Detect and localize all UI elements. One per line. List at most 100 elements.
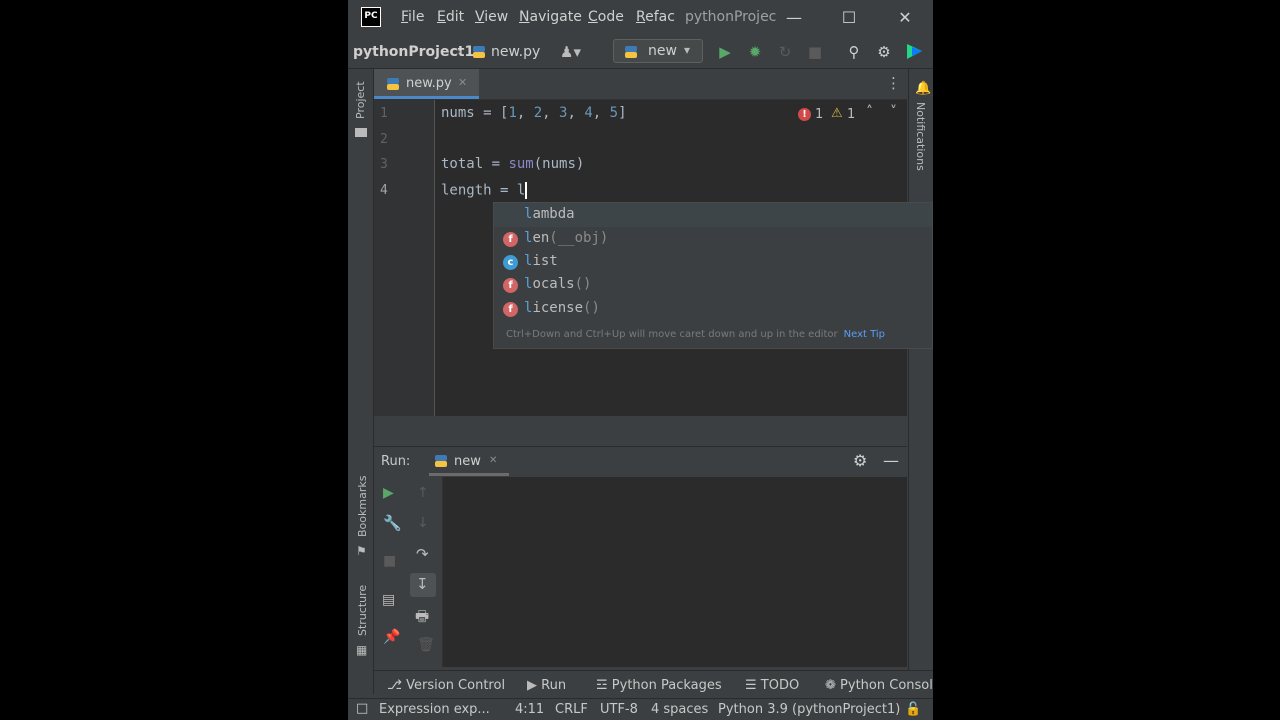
bookmarks-tool-label[interactable]: Bookmarks [356, 476, 369, 537]
tab-todo[interactable]: ☰ TODO [745, 678, 799, 693]
menu-refactor[interactable]: Refac [636, 9, 675, 25]
down-arrow-icon[interactable]: ↓ [417, 515, 429, 531]
pycharm-logo-icon: PC [361, 7, 381, 27]
maximize-icon[interactable]: ☐ [837, 6, 861, 30]
print-icon[interactable]: 🖶 [415, 606, 429, 631]
stop-icon[interactable]: ■ [805, 42, 825, 62]
class-badge-icon: c [503, 255, 518, 270]
left-tool-stripe: Project Bookmarks ⚑ Structure ▦ [348, 69, 374, 694]
tab-python-console[interactable]: ❁ Python Consol [825, 678, 933, 693]
run-tab-underline [429, 473, 509, 476]
structure-icon: ▦ [356, 643, 368, 657]
structure-tool-label[interactable]: Structure [356, 585, 369, 636]
completion-item-lambda[interactable]: lambda [524, 206, 575, 222]
navigation-bar: pythonProject1 › new.py ♟▾ new ▾ ▶ ✹ ↻ ■… [348, 36, 933, 69]
close-tab-icon[interactable]: ✕ [458, 76, 467, 89]
tab-python-packages[interactable]: ☲ Python Packages [596, 678, 722, 693]
completion-item-len[interactable]: len(__obj) [524, 230, 608, 246]
tab-label: new.py [406, 76, 452, 91]
status-bar: □ Expression exp... 4:11 CRLF UTF-8 4 sp… [348, 698, 933, 720]
project-tool-label[interactable]: Project [354, 81, 367, 119]
error-count: 1 [815, 107, 824, 122]
editor-gutter: 1 2 3 4 [374, 100, 435, 416]
completion-item-license[interactable]: license() [524, 300, 600, 316]
menu-edit[interactable]: Edit [437, 9, 464, 25]
pycharm-window: PC File Edit View Navigate Code Refac py… [348, 0, 933, 720]
folder-icon [355, 128, 367, 137]
run-config-label: new [648, 43, 677, 59]
jetbrains-toolbox-icon[interactable] [906, 43, 923, 60]
python-file-icon [472, 45, 486, 59]
menu-navigate[interactable]: Navigate [519, 9, 582, 25]
caret-position[interactable]: 4:11 [515, 702, 544, 717]
coverage-icon[interactable]: ↻ [775, 42, 795, 62]
close-run-tab-icon[interactable]: ✕ [489, 455, 497, 466]
layout-icon[interactable]: ▤ [382, 592, 395, 608]
soft-wrap-icon[interactable]: ↷ [416, 545, 429, 563]
trash-icon[interactable]: 🗑 [417, 637, 435, 653]
version-control-icon: ⎇ [387, 678, 402, 693]
rerun-icon[interactable]: ▶ [383, 485, 394, 501]
warning-count: 1 [847, 107, 856, 122]
code-line-3: total = sum(nums) [441, 156, 585, 172]
previous-highlight-icon[interactable]: ˄ [866, 104, 873, 120]
notifications-tool-label[interactable]: Notifications [914, 102, 927, 171]
search-icon[interactable]: ⚲ [844, 42, 864, 62]
tab-run[interactable]: ▶ Run [527, 678, 566, 693]
up-arrow-icon[interactable]: ↑ [417, 485, 429, 501]
stop-run-icon[interactable]: ■ [383, 553, 396, 569]
title-bar: PC File Edit View Navigate Code Refac py… [348, 0, 933, 36]
line-number: 1 [380, 106, 388, 121]
next-highlight-icon[interactable]: ˅ [890, 104, 897, 120]
lock-icon[interactable]: 🔓 [905, 702, 921, 717]
pin-icon[interactable]: 📌 [383, 629, 400, 645]
run-icon[interactable]: ▶ [715, 42, 735, 62]
line-separator[interactable]: CRLF [555, 702, 588, 717]
error-icon[interactable]: ! [798, 108, 811, 121]
hide-panel-icon[interactable]: — [883, 451, 899, 470]
function-badge-icon: f [503, 232, 518, 247]
run-panel-title: Run: [381, 454, 411, 469]
python-icon [434, 454, 448, 468]
line-number-current: 4 [380, 183, 388, 198]
run-settings-gear-icon[interactable]: ⚙ [853, 451, 867, 470]
run-panel-header: Run: new ✕ ⚙ — [374, 446, 907, 477]
bottom-tool-tabs: ⎇ Version Control ▶ Run ☲ Python Package… [374, 670, 933, 699]
chevron-down-icon: ▾ [684, 43, 691, 57]
warning-icon[interactable]: ⚠ [831, 106, 843, 121]
run-small-icon: ▶ [527, 678, 537, 693]
run-console-output[interactable] [443, 477, 907, 667]
wrench-icon[interactable]: 🔧 [383, 514, 402, 532]
minimize-icon[interactable]: — [782, 6, 806, 30]
packages-icon: ☲ [596, 678, 608, 693]
scroll-to-end-icon: ↧ [416, 575, 429, 593]
tab-version-control[interactable]: ⎇ Version Control [387, 678, 505, 693]
run-tab-new[interactable]: new [454, 454, 481, 469]
vcs-user-icon[interactable]: ♟▾ [560, 42, 581, 62]
debug-icon[interactable]: ✹ [745, 42, 765, 62]
window-title: pythonProjec [685, 9, 777, 25]
tab-new-py[interactable]: new.py ✕ [374, 69, 479, 99]
toggle-tool-windows-icon[interactable]: □ [356, 701, 368, 716]
notification-bell-icon[interactable]: 🔔 [915, 81, 931, 96]
close-window-icon[interactable]: ✕ [893, 6, 917, 30]
completion-item-locals[interactable]: locals() [524, 276, 591, 292]
menu-view[interactable]: View [475, 9, 508, 25]
next-tip-link[interactable]: Next Tip [844, 329, 885, 340]
indent-setting[interactable]: 4 spaces [651, 702, 708, 717]
menu-file[interactable]: File [401, 9, 424, 25]
breadcrumb-separator-icon: › [456, 44, 462, 60]
menu-code[interactable]: Code [588, 9, 624, 25]
run-config-selector[interactable]: new ▾ [613, 39, 703, 63]
breadcrumb-file[interactable]: new.py [491, 44, 540, 60]
completion-item-list[interactable]: list [524, 253, 558, 269]
settings-gear-icon[interactable]: ⚙ [874, 42, 894, 62]
status-message[interactable]: Expression exp... [379, 702, 490, 717]
file-encoding[interactable]: UTF-8 [600, 702, 638, 717]
python-interpreter[interactable]: Python 3.9 (pythonProject1) [718, 702, 900, 717]
line-number: 3 [380, 157, 388, 172]
bookmark-icon: ⚑ [356, 544, 367, 558]
function-badge-icon: f [503, 302, 518, 317]
function-badge-icon: f [503, 278, 518, 293]
more-options-icon[interactable]: ⋮ [886, 74, 901, 92]
